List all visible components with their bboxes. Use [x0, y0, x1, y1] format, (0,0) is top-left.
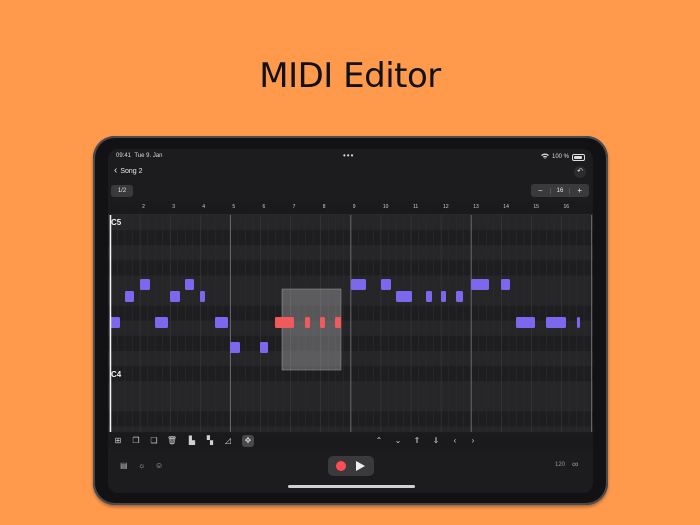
midi-note[interactable] [200, 291, 205, 302]
battery-icon [572, 153, 585, 161]
ruler-bar-label: 15 [533, 204, 539, 210]
bar-count-stepper: − 16 + [531, 184, 589, 197]
wifi-icon [540, 153, 549, 161]
add-note-icon[interactable]: ⊞ [112, 435, 124, 447]
metronome-icon[interactable]: ☼ [138, 461, 145, 470]
edit-toolbar: ⊞ ❐ ❏ 🗑 ▙ ▚ ◿ ✥ ⌃ ⌄ ⇑ ⇓ ‹ › [108, 433, 593, 449]
timeline-ruler[interactable]: 2 3 4 5 6 7 8 9 10 11 12 13 14 15 16 [108, 201, 593, 215]
back-button[interactable]: ‹ Song 2 [114, 165, 143, 176]
midi-note[interactable] [456, 291, 463, 302]
ruler-bar-label: 13 [473, 204, 479, 210]
status-right: 100 % [540, 153, 585, 161]
ruler-bar-label: 3 [172, 204, 175, 210]
ruler-bar-label: 11 [413, 204, 419, 210]
quantize-button[interactable]: 1/2 [111, 185, 133, 197]
copy-icon[interactable]: ❏ [148, 435, 160, 447]
chevron-left-icon[interactable]: ‹ [449, 435, 461, 447]
octave-up-icon[interactable]: ⇑ [411, 435, 423, 447]
midi-note[interactable] [140, 279, 150, 290]
ruler-bar-label: 6 [262, 204, 266, 210]
midi-note[interactable] [351, 279, 366, 290]
stepper-plus-button[interactable]: + [570, 186, 589, 195]
midi-note-selected[interactable] [305, 317, 310, 328]
ruler-bar-label: 4 [202, 204, 206, 210]
tuner-icon[interactable]: ☺ [155, 461, 163, 470]
midi-note[interactable] [215, 317, 228, 328]
midi-note[interactable] [185, 279, 194, 290]
play-button[interactable] [356, 461, 365, 471]
page-headline: MIDI Editor [259, 56, 441, 96]
duplicate-icon[interactable]: ❐ [130, 435, 142, 447]
midi-note[interactable] [546, 317, 566, 328]
piano-roll-grid[interactable]: C5 C4 [108, 215, 593, 432]
octave-label-c4: C4 [111, 370, 122, 379]
midi-note[interactable] [125, 291, 134, 302]
midi-note[interactable] [110, 317, 120, 328]
stepper-value: 16 [549, 187, 571, 194]
chevron-right-icon[interactable]: › [467, 435, 479, 447]
tempo-value[interactable]: 120 [555, 462, 565, 468]
status-time: 09:41 Tue 9. Jan [116, 153, 163, 159]
transport-bar: ▤ ☼ ☺ 120 ∞ [108, 450, 593, 493]
ruler-bar-label: 14 [503, 204, 509, 210]
velocity-icon[interactable]: ◿ [222, 435, 234, 447]
trash-icon[interactable]: 🗑 [166, 435, 178, 447]
midi-note-selected[interactable] [275, 317, 291, 328]
move-icon[interactable]: ✥ [242, 435, 254, 447]
ruler-bar-label: 7 [292, 204, 296, 210]
midi-note[interactable] [471, 279, 489, 290]
piano-icon[interactable]: ▤ [120, 461, 128, 470]
midi-note[interactable] [260, 342, 268, 353]
app-screen: 09:41 Tue 9. Jan ••• 100 % ‹ Song 2 ↶ 1/… [108, 149, 593, 493]
home-indicator [288, 485, 415, 488]
midi-note[interactable] [501, 279, 510, 290]
chevron-up-icon[interactable]: ⌃ [373, 435, 385, 447]
ruler-bar-label: 2 [142, 204, 145, 210]
loop-button[interactable]: ∞ [572, 459, 578, 469]
midi-note[interactable] [426, 291, 432, 302]
ruler-bar-label: 10 [382, 204, 389, 210]
midi-note-selected[interactable] [290, 317, 294, 328]
midi-note[interactable] [577, 317, 580, 328]
midi-note[interactable] [155, 317, 168, 328]
align-icon[interactable]: ▙ [186, 435, 198, 447]
midi-note[interactable] [516, 317, 535, 328]
midi-note[interactable] [170, 291, 180, 302]
ruler-bar-label: 9 [352, 204, 356, 210]
status-bar: 09:41 Tue 9. Jan ••• 100 % [108, 149, 593, 163]
multitask-dots[interactable]: ••• [343, 151, 354, 160]
record-button[interactable] [336, 461, 346, 471]
chevron-down-icon[interactable]: ⌄ [392, 435, 404, 447]
stepper-minus-button[interactable]: − [531, 186, 550, 195]
midi-note-selected[interactable] [320, 317, 325, 328]
ruler-bar-label: 5 [232, 204, 236, 210]
ruler-bar-label: 12 [443, 204, 449, 210]
ruler-bar-label: 16 [563, 204, 570, 210]
undo-button[interactable]: ↶ [574, 166, 586, 178]
midi-note[interactable] [441, 291, 446, 302]
legato-icon[interactable]: ▚ [204, 435, 216, 447]
midi-note[interactable] [230, 342, 240, 353]
midi-note-selected[interactable] [335, 317, 341, 328]
selection-box[interactable] [281, 288, 342, 371]
ruler-bar-label: 8 [322, 204, 326, 210]
midi-note[interactable] [396, 291, 412, 302]
chevron-left-icon: ‹ [114, 165, 118, 176]
octave-label-c5: C5 [111, 218, 122, 227]
battery-percent: 100 % [551, 154, 569, 160]
nav-bar: ‹ Song 2 ↶ [108, 164, 593, 180]
back-label: Song 2 [120, 167, 143, 175]
midi-note[interactable] [381, 279, 391, 290]
octave-down-icon[interactable]: ⇓ [430, 435, 442, 447]
transport-controls [328, 456, 374, 476]
